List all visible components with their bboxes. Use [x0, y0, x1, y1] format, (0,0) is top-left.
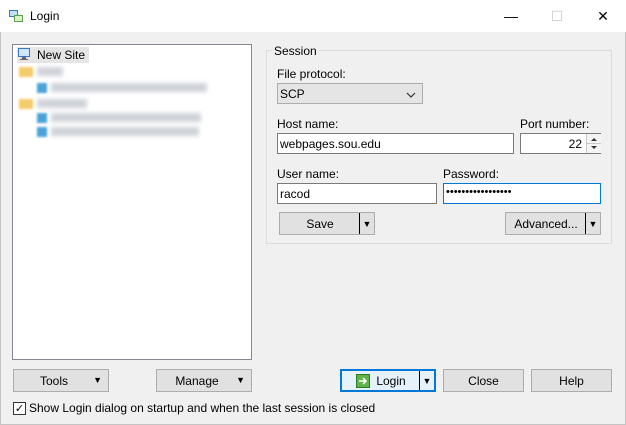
close-button[interactable]: Close — [443, 369, 524, 392]
file-protocol-value: SCP — [280, 87, 305, 101]
site-icon — [37, 127, 47, 137]
site-icon — [37, 83, 47, 93]
login-button[interactable]: Login ▼ — [340, 369, 436, 392]
manage-button[interactable]: Manage ▼ — [156, 369, 252, 392]
user-name-field[interactable]: racod — [277, 183, 437, 204]
tools-label: Tools — [39, 373, 68, 388]
window-title: Login — [30, 9, 60, 23]
redacted-item — [37, 67, 63, 76]
redacted-item — [51, 83, 207, 92]
port-number-label: Port number: — [520, 117, 590, 131]
manage-dropdown-icon: ▼ — [236, 375, 245, 385]
advanced-dropdown-icon[interactable]: ▼ — [585, 213, 600, 234]
help-label: Help — [559, 373, 584, 388]
redacted-item — [51, 113, 201, 122]
folder-icon — [19, 99, 33, 109]
help-button[interactable]: Help — [531, 369, 612, 392]
minimize-icon: — — [504, 8, 518, 24]
tree-item-label: New Site — [37, 48, 86, 62]
show-login-checkbox[interactable]: ✓ — [13, 401, 26, 415]
login-label: Login — [376, 373, 406, 388]
file-protocol-select[interactable]: SCP — [277, 83, 423, 104]
redacted-item — [37, 99, 87, 108]
host-name-label: Host name: — [277, 117, 339, 131]
host-name-field[interactable]: webpages.sou.edu — [277, 133, 514, 154]
close-label: Close — [468, 373, 499, 388]
new-site-icon — [17, 47, 33, 64]
advanced-button[interactable]: Advanced... ▼ — [505, 212, 601, 235]
site-icon — [37, 113, 47, 123]
redacted-item — [51, 127, 199, 136]
password-field[interactable]: ••••••••••••••••• — [443, 183, 601, 204]
spinner-arrows-icon — [587, 138, 601, 149]
chevron-down-icon — [406, 90, 416, 100]
tools-dropdown-icon: ▼ — [93, 375, 102, 385]
file-protocol-label: File protocol: — [277, 67, 346, 81]
login-icon — [356, 373, 371, 388]
login-dropdown-icon[interactable]: ▼ — [419, 371, 434, 390]
tools-button[interactable]: Tools ▼ — [13, 369, 109, 392]
minimize-button[interactable]: — — [488, 0, 534, 32]
winscp-app-icon — [8, 8, 24, 24]
user-name-label: User name: — [277, 167, 340, 181]
maximize-button[interactable]: ☐ — [534, 0, 580, 32]
show-login-label: Show Login dialog on startup and when th… — [29, 401, 376, 415]
port-spinner[interactable] — [586, 134, 601, 153]
maximize-icon: ☐ — [550, 7, 564, 24]
close-window-button[interactable]: ✕ — [580, 0, 626, 32]
manage-label: Manage — [175, 373, 219, 388]
close-icon: ✕ — [597, 7, 609, 24]
advanced-label: Advanced... — [514, 216, 578, 231]
session-group-title: Session — [272, 44, 319, 58]
save-label: Save — [306, 216, 334, 231]
folder-icon — [19, 67, 33, 77]
tree-item-new-site[interactable]: New Site — [17, 47, 90, 64]
save-dropdown-icon[interactable]: ▼ — [359, 213, 374, 234]
save-button[interactable]: Save ▼ — [279, 212, 375, 235]
password-label: Password: — [443, 167, 500, 181]
show-login-checkbox-row[interactable]: ✓ Show Login dialog on startup and when … — [13, 401, 375, 415]
port-number-value: 22 — [568, 137, 582, 151]
site-tree[interactable]: New Site — [12, 44, 252, 360]
